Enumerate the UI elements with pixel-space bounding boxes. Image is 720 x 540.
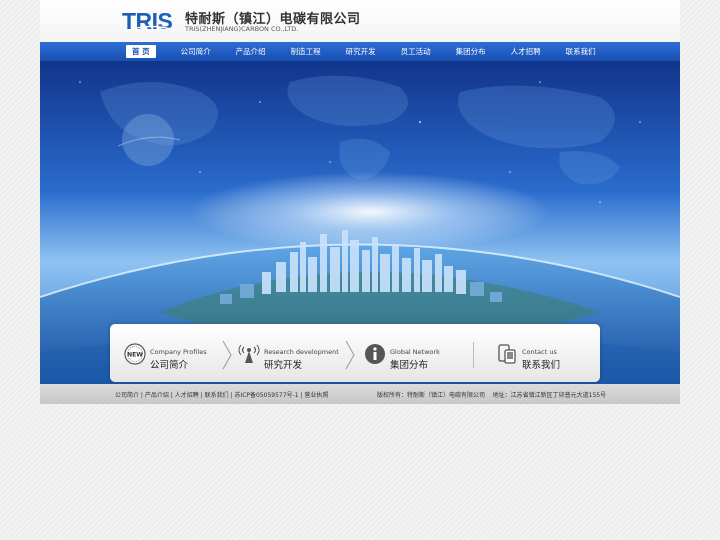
nav-item-contact[interactable]: 联系我们 bbox=[566, 45, 596, 58]
footer-links: 公司简介 | 产品介绍 | 人才招聘 | 联系我们 | 苏ICP备0505957… bbox=[115, 390, 328, 399]
nav-item-company-profile[interactable]: 公司简介 bbox=[181, 45, 211, 58]
service-en-label: Contact us bbox=[522, 348, 557, 356]
main-nav: 首 页 公司简介 产品介绍 制造工程 研究开发 员工活动 集团分布 人才招聘 联… bbox=[40, 42, 680, 62]
service-global-network[interactable]: Global Network 集团分布 bbox=[364, 324, 454, 382]
service-company-profile[interactable]: NEW Company Profiles 公司简介 bbox=[124, 324, 207, 382]
service-research[interactable]: Research development 研究开发 bbox=[238, 324, 339, 382]
footer-info: 版权所有：特耐斯（镇江）电碳有限公司 地址：江苏省镇江新区丁卯普元大道155号 bbox=[377, 390, 606, 399]
site-footer: 公司简介 | 产品介绍 | 人才招聘 | 联系我们 | 苏ICP备0505957… bbox=[40, 384, 680, 404]
nav-item-manufacturing[interactable]: 制造工程 bbox=[291, 45, 321, 58]
footer-icp-link[interactable]: 苏ICP备05059577号-1 bbox=[234, 392, 298, 399]
service-en-label: Research development bbox=[264, 348, 339, 356]
service-en-label: Global Network bbox=[390, 348, 440, 356]
new-badge-icon: NEW bbox=[124, 343, 146, 365]
footer-business-license-link[interactable]: 营业执照 bbox=[304, 392, 328, 399]
nav-item-careers[interactable]: 人才招聘 bbox=[511, 45, 541, 58]
nav-item-home[interactable]: 首 页 bbox=[126, 45, 156, 58]
nav-item-products[interactable]: 产品介绍 bbox=[236, 45, 266, 58]
nav-item-staff-activities[interactable]: 员工活动 bbox=[401, 45, 431, 58]
info-icon bbox=[365, 344, 385, 364]
company-name-en: TRIS(ZHENJIANG)CARBON CO.,LTD. bbox=[185, 25, 299, 33]
site-header: TRIS 特耐斯（镇江）电碳有限公司 TRIS(ZHENJIANG)CARBON… bbox=[40, 0, 680, 42]
footer-link-company-profile[interactable]: 公司简介 bbox=[115, 392, 139, 399]
service-en-label: Company Profiles bbox=[150, 348, 207, 356]
footer-address: 地址：江苏省镇江新区丁卯普元大道155号 bbox=[492, 392, 607, 399]
footer-link-products[interactable]: 产品介绍 bbox=[145, 392, 169, 399]
tris-logo[interactable]: TRIS bbox=[122, 8, 176, 34]
chevron-right-icon bbox=[222, 340, 232, 370]
svg-text:NEW: NEW bbox=[127, 352, 143, 359]
page-container: TRIS 特耐斯（镇江）电碳有限公司 TRIS(ZHENJIANG)CARBON… bbox=[40, 0, 680, 404]
chevron-right-icon bbox=[345, 340, 355, 370]
antenna-icon bbox=[238, 344, 260, 363]
service-cn-label: 集团分布 bbox=[390, 360, 429, 371]
phone-icon bbox=[498, 344, 516, 364]
service-contact[interactable]: Contact us 联系我们 bbox=[496, 324, 586, 382]
nav-list: 首 页 公司简介 产品介绍 制造工程 研究开发 员工活动 集团分布 人才招聘 联… bbox=[126, 42, 621, 61]
services-panel: NEW Company Profiles 公司简介 Research devel… bbox=[110, 324, 600, 382]
footer-link-contact[interactable]: 联系我们 bbox=[205, 392, 229, 399]
service-cn-label: 联系我们 bbox=[522, 360, 561, 371]
divider bbox=[473, 342, 474, 368]
footer-copyright: 版权所有：特耐斯（镇江）电碳有限公司 bbox=[377, 392, 486, 399]
service-cn-label: 公司简介 bbox=[150, 360, 189, 371]
nav-item-research[interactable]: 研究开发 bbox=[346, 45, 376, 58]
service-cn-label: 研究开发 bbox=[264, 360, 303, 371]
nav-item-group-distribution[interactable]: 集团分布 bbox=[456, 45, 486, 58]
footer-link-careers[interactable]: 人才招聘 bbox=[175, 392, 199, 399]
